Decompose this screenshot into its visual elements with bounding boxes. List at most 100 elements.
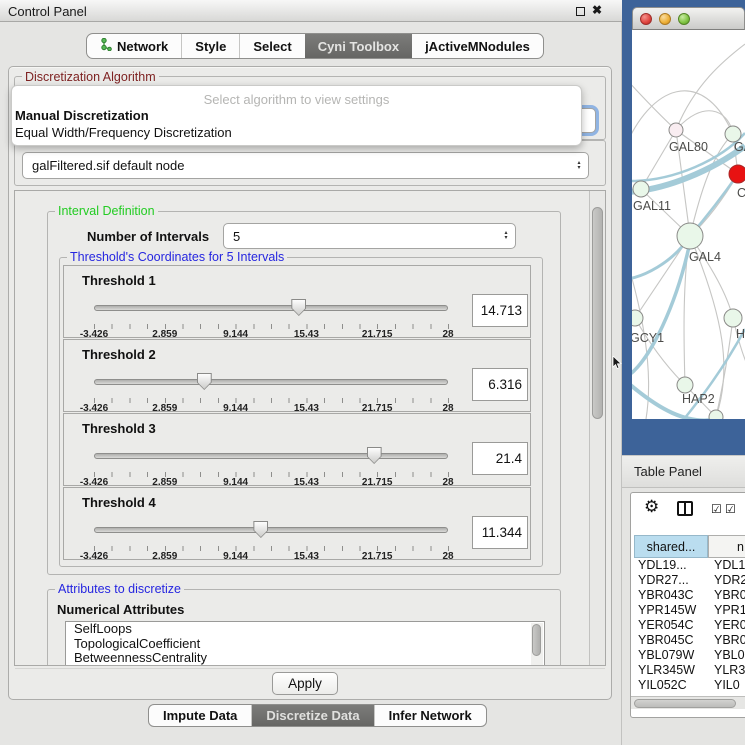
slider-thumb[interactable] bbox=[253, 521, 268, 538]
cyni-mode-tabs: Impute Data Discretize Data Infer Networ… bbox=[148, 704, 487, 727]
threshold-3-slider[interactable] bbox=[94, 446, 448, 470]
table-hscrollbar-thumb[interactable] bbox=[634, 699, 736, 708]
table-cell[interactable]: YBR0 bbox=[708, 633, 745, 648]
close-traffic-light[interactable] bbox=[640, 13, 652, 25]
attribute-item[interactable]: SelfLoops bbox=[66, 622, 544, 637]
table-cell[interactable]: YLR345W bbox=[634, 663, 708, 678]
column-header-name[interactable]: n bbox=[708, 535, 745, 558]
table-row[interactable]: YLR345WYLR3 bbox=[634, 663, 745, 678]
node-gal4[interactable] bbox=[677, 223, 703, 249]
slider-track[interactable] bbox=[94, 527, 448, 533]
table-panel: ⚙ ☑ ☑ shared... n YDL19...YDL1YDR27...YD… bbox=[630, 492, 745, 718]
node-gal11[interactable] bbox=[633, 181, 649, 197]
node-gcy1[interactable] bbox=[632, 310, 643, 326]
table-cell[interactable]: YLR3 bbox=[708, 663, 745, 678]
checkbox-icon[interactable]: ☑ bbox=[725, 502, 736, 516]
table-cell[interactable]: YER0 bbox=[708, 618, 745, 633]
zoom-traffic-light[interactable] bbox=[678, 13, 690, 25]
threshold-2-label: Threshold 2 bbox=[82, 347, 156, 362]
threshold-1-value-field[interactable]: 14.713 bbox=[472, 294, 528, 327]
tick-label: 15.43 bbox=[294, 551, 319, 562]
table-data-combobox[interactable]: galFiltered.sif default node ▴▾ bbox=[22, 152, 589, 179]
network-canvas[interactable]: GAL80 GA C GAL11 GAL4 GCY1 H HAP2 bbox=[632, 30, 745, 419]
threshold-4-value-field[interactable]: 11.344 bbox=[472, 516, 528, 549]
checkbox-icon[interactable]: ☑ bbox=[711, 502, 722, 516]
tab-jactivemnodules[interactable]: jActiveMNodules bbox=[412, 34, 543, 58]
table-hscrollbar[interactable] bbox=[631, 696, 745, 709]
list-scrollbar-thumb[interactable] bbox=[532, 624, 541, 656]
table-row[interactable]: YBL079WYBL0 bbox=[634, 648, 745, 663]
table-cell[interactable]: YDR27... bbox=[634, 573, 708, 588]
table-cell[interactable]: YDR2 bbox=[708, 573, 745, 588]
close-icon[interactable]: ✖ bbox=[592, 3, 602, 17]
table-cell[interactable]: YIL0 bbox=[708, 678, 745, 693]
table-row[interactable]: YDL19...YDL1 bbox=[634, 558, 745, 573]
threshold-4-slider[interactable] bbox=[94, 520, 448, 544]
tab-cyni-toolbox-label: Cyni Toolbox bbox=[318, 39, 399, 54]
table-cell[interactable]: YDL19... bbox=[634, 558, 708, 573]
threshold-2-panel: Threshold 2 -3.4262.8599.14415.4321.7152… bbox=[63, 339, 531, 412]
threshold-3-label: Threshold 3 bbox=[82, 421, 156, 436]
network-window-titlebar[interactable] bbox=[632, 7, 745, 30]
node-gal80[interactable] bbox=[669, 123, 683, 137]
table-cell[interactable]: YBR043C bbox=[634, 588, 708, 603]
table-row[interactable]: YBR043CYBR0 bbox=[634, 588, 745, 603]
slider-track[interactable] bbox=[94, 305, 448, 311]
algorithm-option[interactable]: Equal Width/Frequency Discretization bbox=[12, 124, 581, 141]
tab-select[interactable]: Select bbox=[240, 34, 304, 58]
table-row[interactable]: YDR27...YDR2 bbox=[634, 573, 745, 588]
slider-thumb[interactable] bbox=[291, 299, 306, 316]
slider-track[interactable] bbox=[94, 453, 448, 459]
threshold-2-slider[interactable] bbox=[94, 372, 448, 396]
apply-button[interactable]: Apply bbox=[272, 672, 338, 695]
table-cell[interactable]: YPR1 bbox=[708, 603, 745, 618]
list-scrollbar[interactable] bbox=[531, 623, 543, 665]
node-selected-red[interactable] bbox=[729, 165, 745, 183]
tab-style[interactable]: Style bbox=[182, 34, 240, 58]
tab-network[interactable]: Network bbox=[87, 34, 182, 58]
table-cell[interactable]: YBR045C bbox=[634, 633, 708, 648]
table-cell[interactable]: YBR0 bbox=[708, 588, 745, 603]
table-row[interactable]: YER054CYER0 bbox=[634, 618, 745, 633]
algorithm-dropdown-popup: Select algorithm to view settings Manual… bbox=[11, 85, 582, 146]
pane-scrollbar[interactable] bbox=[589, 191, 605, 665]
threshold-3-value-field[interactable]: 21.4 bbox=[472, 442, 528, 475]
attribute-item[interactable]: BetweennessCentrality bbox=[66, 651, 544, 666]
gear-icon[interactable]: ⚙ bbox=[644, 497, 659, 517]
node-hap2[interactable] bbox=[677, 377, 693, 393]
float-window-icon[interactable] bbox=[576, 7, 585, 16]
table-cell[interactable]: YDL1 bbox=[708, 558, 745, 573]
node-right-mid[interactable] bbox=[724, 309, 742, 327]
table-cell[interactable]: YBL0 bbox=[708, 648, 745, 663]
tab-impute-data[interactable]: Impute Data bbox=[149, 705, 252, 726]
table-row[interactable]: YBR045CYBR0 bbox=[634, 633, 745, 648]
threshold-1-slider[interactable] bbox=[94, 298, 448, 322]
table-cell[interactable]: YPR145W bbox=[634, 603, 708, 618]
threshold-2-value-field[interactable]: 6.316 bbox=[472, 368, 528, 401]
pane-scrollbar-thumb[interactable] bbox=[592, 207, 603, 419]
table-row[interactable]: YIL052CYIL0 bbox=[634, 678, 745, 693]
split-view-icon[interactable] bbox=[677, 501, 693, 516]
minimize-traffic-light[interactable] bbox=[659, 13, 671, 25]
stepper-arrows-icon: ▴▾ bbox=[499, 231, 515, 241]
table-cell[interactable]: YIL052C bbox=[634, 678, 708, 693]
algorithm-option[interactable]: Manual Discretization bbox=[12, 107, 581, 124]
tab-infer-network[interactable]: Infer Network bbox=[375, 705, 486, 726]
column-header-shared-name[interactable]: shared... bbox=[634, 535, 708, 558]
tab-cyni-toolbox[interactable]: Cyni Toolbox bbox=[305, 34, 412, 58]
table-cell[interactable]: YER054C bbox=[634, 618, 708, 633]
slider-track[interactable] bbox=[94, 379, 448, 385]
tab-discretize-data[interactable]: Discretize Data bbox=[252, 705, 374, 726]
node-bottom[interactable] bbox=[709, 410, 723, 419]
number-of-intervals-combobox[interactable]: 5 ▴▾ bbox=[223, 223, 516, 249]
algorithm-popup-hint: Select algorithm to view settings bbox=[12, 86, 581, 107]
threshold-1-panel: Threshold 1 -3.4262.8599.14415.4321.7152… bbox=[63, 265, 531, 338]
table-rows: YDL19...YDL1YDR27...YDR2YBR043CYBR0YPR14… bbox=[634, 558, 745, 696]
table-cell[interactable]: YBL079W bbox=[634, 648, 708, 663]
number-of-intervals-value: 5 bbox=[224, 229, 499, 244]
slider-thumb[interactable] bbox=[367, 447, 382, 464]
threshold-4-panel: Threshold 4 -3.4262.8599.14415.4321.7152… bbox=[63, 487, 531, 560]
slider-thumb[interactable] bbox=[197, 373, 212, 390]
table-row[interactable]: YPR145WYPR1 bbox=[634, 603, 745, 618]
attribute-item[interactable]: TopologicalCoefficient bbox=[66, 637, 544, 652]
